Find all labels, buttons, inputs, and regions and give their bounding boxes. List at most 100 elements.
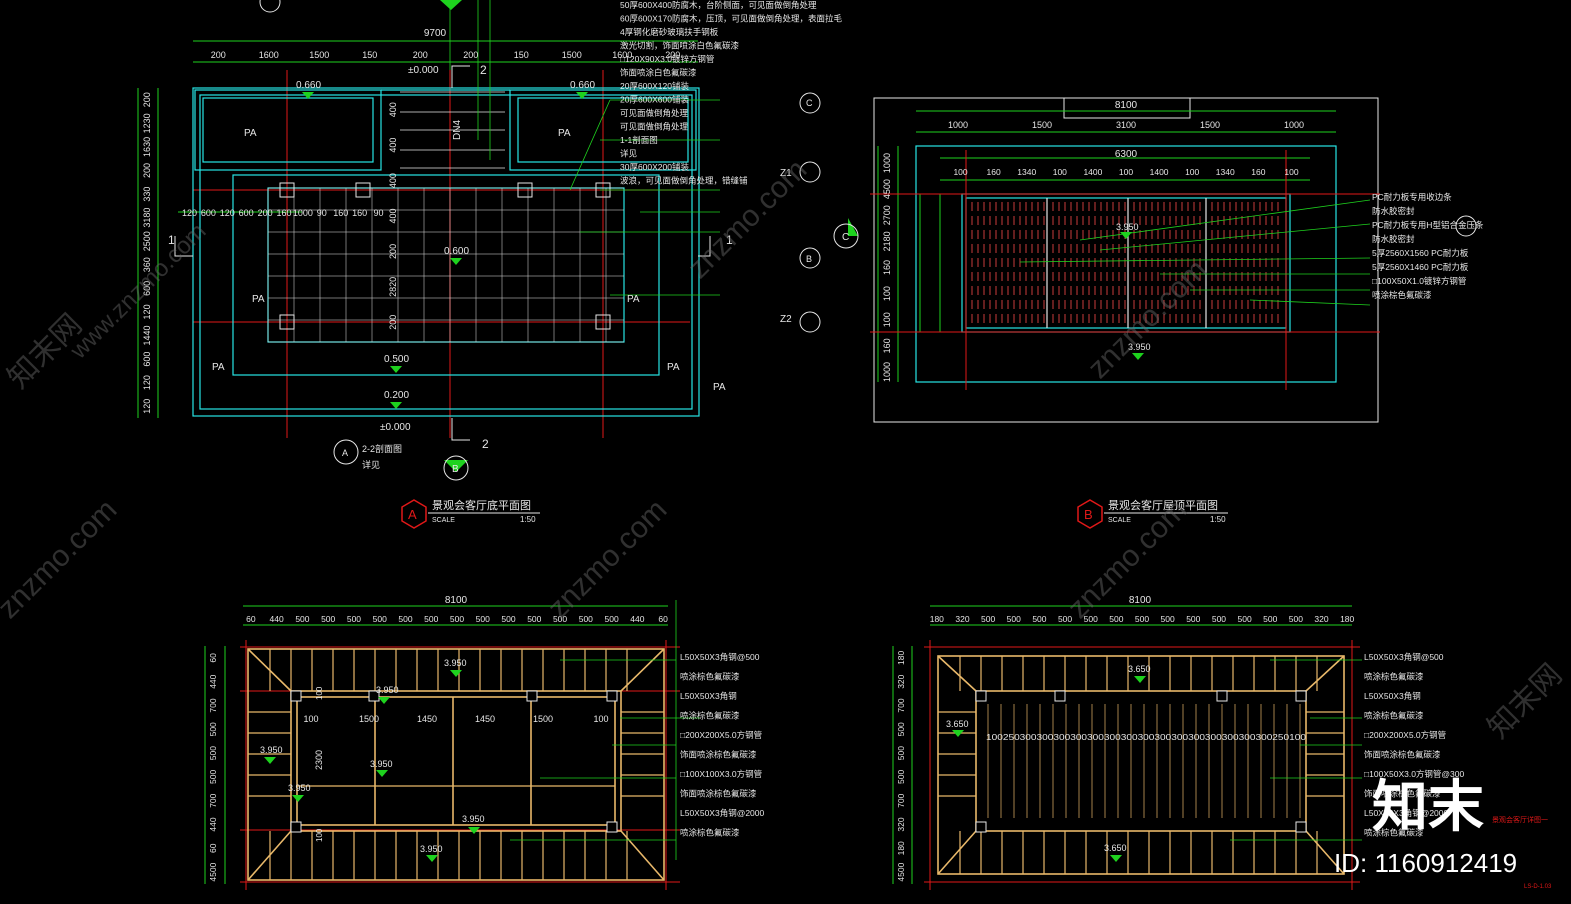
plan-a-callout-5: 饰面喷涂白色氟碳漆	[620, 68, 697, 78]
level-d-3: 3.650	[1104, 843, 1127, 853]
plan-a-top-dim-2: 1500	[309, 50, 329, 60]
plan-a-title: 景观会客厅底平面图	[432, 498, 531, 512]
plan-a-callout-13: 波浪，可见面做倒角处理，错缝铺	[620, 176, 748, 186]
plan-a-top-dim-3: 150	[362, 50, 377, 60]
plan-a-inner-dim-9: 160	[352, 208, 367, 218]
level-a-6: 0.200	[384, 390, 409, 401]
plan-d-top-dim-10: 500	[1186, 614, 1200, 624]
plan-c-top-dim-0: 60	[246, 614, 256, 624]
plan-c-left-dim-5: 500	[208, 770, 218, 784]
plan-b-inner-dim-3: 100	[1053, 167, 1067, 177]
plan-c-left-dim-1: 440	[208, 674, 218, 688]
plan-a-callout-0: 50厚600X400防腐木，台阶侧面，可见面做倒角处理	[620, 0, 817, 10]
level-c-1: 3.950	[444, 658, 467, 668]
level-c-6: 3.950	[462, 814, 485, 824]
plan-c-callout-6: □100X100X3.0方钢管	[680, 769, 762, 779]
plan-b-mid-width: 6300	[1115, 149, 1138, 160]
plan-a-left-dim-9: 120	[142, 304, 152, 319]
plan-a-vert-dim-4: 200	[388, 244, 398, 259]
plan-c-top-dim-14: 500	[604, 614, 618, 624]
level-c-4: 3.950	[370, 759, 393, 769]
plan-b-label: B	[1084, 507, 1093, 522]
plan-c-left-dim-3: 500	[208, 722, 218, 736]
plan-b-left-dim-3: 2180	[882, 231, 892, 251]
plan-b-left-dim-0: 1000	[882, 153, 892, 173]
plan-c-vert-0: 2300	[314, 750, 324, 770]
plan-c-top-dim-10: 500	[501, 614, 515, 624]
detail-tag-4: B	[452, 464, 459, 475]
plan-a-left-dim-11: 600	[142, 352, 152, 367]
plan-b-inner-dim-6: 1400	[1150, 167, 1169, 177]
level-a-1: 0.660	[296, 80, 321, 91]
plan-c-top-dim-8: 500	[450, 614, 464, 624]
plan-a-inner-dim-0: 120	[182, 208, 197, 218]
plan-d-top-dim-3: 500	[1007, 614, 1021, 624]
image-id: ID: 1160912419	[1334, 848, 1517, 878]
plan-a-inner-dim-1: 600	[201, 208, 216, 218]
plan-a-left-dim-6: 2500	[142, 231, 152, 251]
level-c-5: 3.950	[288, 783, 311, 793]
plan-b-left-dim-7: 160	[882, 338, 892, 353]
plan-a-top-dim-1: 1600	[259, 50, 279, 60]
detail-tag-1: C	[806, 98, 813, 108]
plan-c-top-dim-2: 500	[295, 614, 309, 624]
plan-c-total-width: 8100	[445, 595, 468, 606]
plan-b-inner-dim-5: 100	[1119, 167, 1133, 177]
plan-a-callout-7: 20厚600X600铺装	[620, 95, 689, 105]
plan-b-top-dim-3: 1500	[1200, 120, 1220, 130]
pa-4: PA	[627, 294, 640, 305]
plan-a-left-dim-2: 1630	[142, 137, 152, 157]
plan-a-vert-dim-5: 2820	[388, 277, 398, 297]
detail-tag-3: A	[342, 448, 348, 458]
plan-a-callout-10: 1-1剖面图	[620, 135, 658, 145]
level-c-2: 3.950	[376, 685, 399, 695]
plan-b-callout-3: 防水胶密封	[1372, 234, 1415, 244]
plan-d-left-dim-7: 320	[896, 817, 906, 831]
plan-c-callout-0: L50X50X3角钢@500	[680, 652, 760, 662]
plan-c-callout-3: 喷涂棕色氟碳漆	[680, 711, 740, 721]
plan-c-mid-dim-3: 1450	[475, 714, 495, 724]
plan-c-top-dim-11: 500	[527, 614, 541, 624]
plan-d-callout-1: 喷涂棕色氟碳漆	[1364, 672, 1424, 682]
plan-c-top-dim-6: 500	[398, 614, 412, 624]
level-d-2: 3.650	[946, 719, 969, 729]
plan-c-mid-dim-2: 1450	[417, 714, 437, 724]
plan-a-callout-2: 4厚钢化磨砂玻璃扶手钢板	[620, 27, 719, 37]
plan-c-mid-dim-4: 1500	[533, 714, 553, 724]
plan-a-inner-dim-4: 200	[258, 208, 273, 218]
plan-b-scale-word: SCALE	[1108, 517, 1131, 524]
section-note: 2-2剖面图	[362, 443, 402, 454]
plan-b-top-dim-0: 1000	[948, 120, 968, 130]
plan-d-top-dim-0: 180	[930, 614, 944, 624]
plan-d-callout-5: 饰面喷涂棕色氟碳漆	[1364, 750, 1441, 760]
plan-a-inner-dim-7: 90	[317, 208, 327, 218]
plan-d-top-dim-12: 500	[1237, 614, 1251, 624]
plan-b-left-dim-6: 100	[882, 312, 892, 327]
plan-c-top-dim-7: 500	[424, 614, 438, 624]
pa-6: PA	[667, 362, 680, 373]
plan-b-callout-1: 防水胶密封	[1372, 206, 1415, 216]
section-mark-2: 2	[480, 63, 487, 77]
plan-a-left-dim-5: 3180	[142, 208, 152, 228]
plan-b-callout-4: 5厚2560X1560 PC耐力板	[1372, 248, 1469, 258]
brand-logo: 知末	[1372, 775, 1484, 838]
plan-b-top-dim-1: 1500	[1032, 120, 1052, 130]
plan-a-left-dim-0: 200	[142, 92, 152, 107]
plan-c-top-dim-1: 440	[270, 614, 284, 624]
plan-b-left-dim-1: 4500	[882, 179, 892, 199]
plan-d-left-dim-2: 700	[896, 698, 906, 712]
plan-a-inner-dim-3: 600	[239, 208, 254, 218]
plan-b-top-dim-2: 3100	[1116, 120, 1136, 130]
plan-d-callout-2: L50X50X3角钢	[1364, 691, 1421, 701]
plan-b-inner-dim-2: 1340	[1017, 167, 1036, 177]
plan-a-inner-dim-2: 120	[220, 208, 235, 218]
plan-a-inner-dim-5: 160	[276, 208, 291, 218]
plan-c-vert-1: 100	[315, 686, 324, 700]
plan-d-left-dim-3: 500	[896, 722, 906, 736]
plan-c-left-dim-7: 440	[208, 817, 218, 831]
plan-b-left-dim-2: 2700	[882, 205, 892, 225]
plan-c-callout-7: 饰面喷涂棕色氟碳漆	[680, 789, 757, 799]
plan-a-callout-8: 可见面做倒角处理	[620, 108, 689, 118]
level-d-1: 3.650	[1128, 664, 1151, 674]
plan-c-top-dim-13: 500	[579, 614, 593, 624]
